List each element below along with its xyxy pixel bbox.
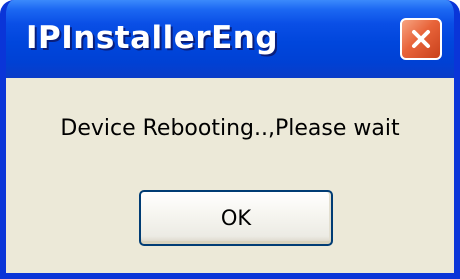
- title-bar[interactable]: IPInstallerEng: [6, 0, 454, 78]
- dialog-body: Device Rebooting..,Please wait OK: [6, 78, 454, 273]
- window-title: IPInstallerEng: [26, 20, 279, 56]
- message-dialog: IPInstallerEng Device Rebooting..,Please…: [0, 0, 460, 279]
- close-button[interactable]: [400, 18, 442, 60]
- ok-button[interactable]: OK: [139, 190, 333, 246]
- dialog-message: Device Rebooting..,Please wait: [60, 116, 400, 141]
- close-icon: [410, 28, 432, 50]
